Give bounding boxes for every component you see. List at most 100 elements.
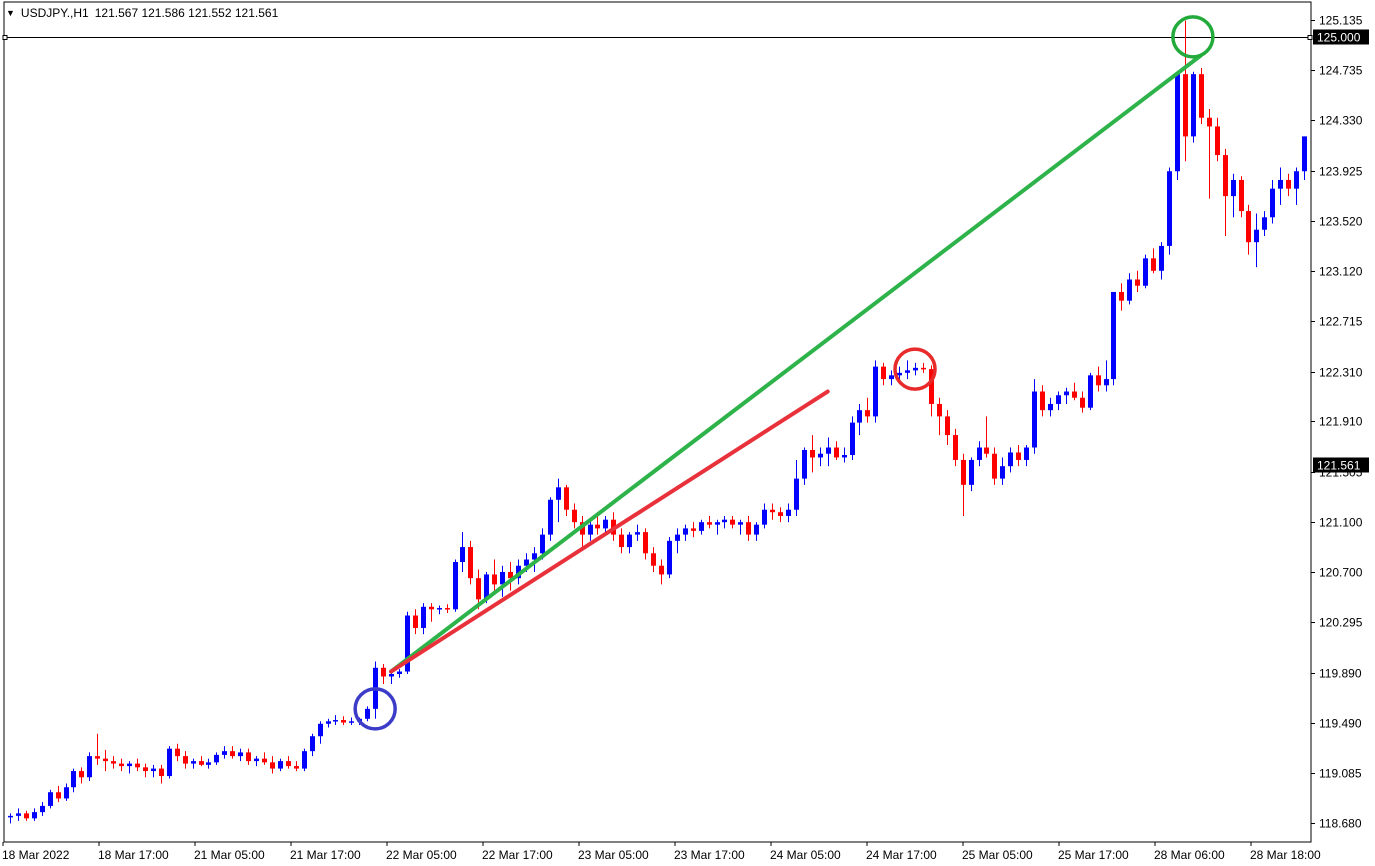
x-tick-label: 22 Mar 17:00 [482, 848, 553, 862]
candle-body [595, 524, 600, 529]
candle-body [715, 522, 720, 525]
current-price-label: 121.561 [1317, 459, 1361, 473]
candle-body [1294, 171, 1299, 189]
candle-body [71, 771, 76, 788]
candle-body [460, 547, 465, 562]
candle-body [588, 524, 593, 535]
candle-body [127, 763, 132, 767]
x-tick-label: 22 Mar 05:00 [386, 848, 457, 862]
candle-body [826, 447, 831, 454]
candle-body [1191, 74, 1196, 137]
candle-body [64, 787, 69, 799]
candle-body [389, 674, 394, 677]
candle-body [429, 606, 434, 610]
candle-body [48, 792, 53, 806]
y-tick-label: 123.120 [1319, 265, 1363, 279]
y-tick-label: 125.135 [1319, 14, 1363, 28]
candle-body [79, 771, 84, 778]
x-tick-label: 18 Mar 17:00 [98, 848, 169, 862]
candle-body [691, 528, 696, 531]
candle-body [333, 720, 338, 722]
candle-body [651, 553, 656, 566]
candle-body [1183, 74, 1188, 137]
candle-body [40, 805, 45, 813]
candle-body [897, 372, 902, 376]
marker-circle [1171, 15, 1215, 59]
candle-body [1143, 258, 1148, 286]
x-tick-label: 18 Mar 2022 [2, 848, 70, 862]
candle-body [175, 748, 180, 757]
candle-body [270, 762, 275, 769]
candle-body [881, 366, 886, 380]
candle-body [905, 370, 910, 373]
candle-body [913, 367, 918, 371]
candle-body [1024, 447, 1029, 460]
candle-body [1135, 279, 1140, 286]
candle-body [969, 459, 974, 485]
candle-body [453, 562, 458, 610]
candle-body [262, 758, 267, 763]
candle-body [818, 453, 823, 458]
candle-body [286, 761, 291, 767]
x-tick-label: 28 Mar 18:00 [1250, 848, 1321, 862]
y-tick-label: 122.310 [1319, 366, 1363, 380]
trendline [389, 389, 830, 674]
candle-body [24, 813, 29, 819]
candle-body [730, 519, 735, 525]
candle-body [206, 762, 211, 765]
candle-body [318, 723, 323, 737]
price-chart[interactable]: 125.135 124.735 124.330 123.925 123.520 123.1… [0, 0, 1375, 866]
candle-body [834, 447, 839, 458]
candle-body [540, 534, 545, 554]
candle-body [222, 751, 227, 755]
x-tick-label: 21 Mar 17:00 [290, 848, 361, 862]
candle-body [675, 534, 680, 541]
candle-body [1167, 171, 1172, 246]
candle-body [294, 766, 299, 769]
y-tick-label: 119.490 [1319, 717, 1362, 731]
candle-body [476, 578, 481, 600]
candle-body [365, 708, 370, 719]
candle-body [1231, 179, 1236, 197]
candle-body [1262, 217, 1267, 230]
candle-body [1016, 452, 1021, 460]
candle-body [1127, 279, 1132, 301]
candle-body [119, 763, 124, 767]
candle-body [1111, 291, 1116, 380]
candle-body [278, 761, 283, 769]
candle-body [1246, 211, 1251, 243]
y-tick-label: 121.910 [1319, 415, 1363, 429]
candle-body [722, 519, 727, 523]
candle-body [95, 756, 100, 759]
candle-body [738, 522, 743, 525]
y-tick-label: 124.735 [1319, 64, 1363, 78]
candle-body [603, 519, 608, 529]
plot-frame [3, 1, 1312, 843]
candle-body [1199, 74, 1204, 118]
candle-body [659, 565, 664, 575]
candle-body [572, 509, 577, 523]
candle-body [945, 416, 950, 436]
candle-body [413, 615, 418, 628]
candle-body [56, 792, 61, 799]
candle-body [1151, 258, 1156, 271]
candle-body [1080, 397, 1085, 408]
y-tick-label: 123.925 [1319, 165, 1363, 179]
candle-body [683, 528, 688, 535]
candle-body [238, 752, 243, 757]
candle-body [667, 540, 672, 575]
candle-body [246, 752, 251, 762]
candle-body [762, 509, 767, 525]
x-tick-label: 23 Mar 05:00 [578, 848, 649, 862]
candle-body [754, 524, 759, 535]
candle-body [183, 756, 188, 764]
candle-body [143, 767, 148, 772]
candle-body [699, 522, 704, 531]
candle-body [1223, 155, 1228, 197]
candle-body [381, 667, 386, 677]
candle-body [1270, 188, 1275, 218]
candle-body [1064, 391, 1069, 396]
level-price-label: 125.000 [1317, 31, 1361, 45]
y-tick-label: 124.330 [1319, 114, 1363, 128]
x-tick-label: 25 Mar 05:00 [962, 848, 1033, 862]
